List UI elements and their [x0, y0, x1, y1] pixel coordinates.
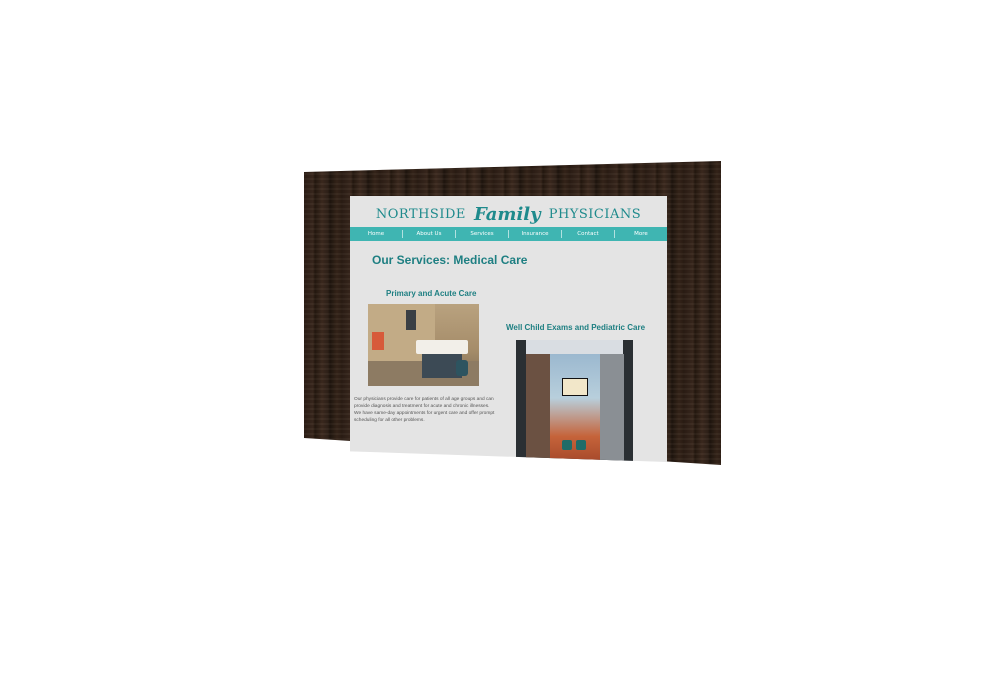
website-canvas: NORTHSIDE Family PHYSICIANS Home About U… [350, 196, 667, 462]
logo-word-physicians: PHYSICIANS [548, 207, 642, 222]
logo-word-northside: NORTHSIDE [375, 207, 466, 222]
exam-room-photo [368, 304, 479, 386]
hallway-photo [516, 340, 633, 462]
nav-item-contact[interactable]: Contact [562, 230, 615, 238]
nav-item-services[interactable]: Services [456, 230, 509, 238]
nav-item-more[interactable]: More [615, 230, 667, 238]
site-logo[interactable]: NORTHSIDE Family PHYSICIANS [350, 204, 667, 225]
primary-care-description: Our physicians provide care for patients… [354, 397, 495, 423]
nav-item-home[interactable]: Home [350, 230, 403, 238]
nav-item-about-us[interactable]: About Us [403, 230, 456, 238]
logo-word-family: Family [473, 204, 541, 225]
main-nav: Home About Us Services Insurance Contact… [350, 227, 667, 241]
nav-item-insurance[interactable]: Insurance [509, 230, 562, 238]
section-title-pediatric-care: Well Child Exams and Pediatric Care [506, 323, 646, 332]
page-title: Our Services: Medical Care [372, 253, 528, 267]
section-title-primary-care: Primary and Acute Care [386, 289, 477, 298]
